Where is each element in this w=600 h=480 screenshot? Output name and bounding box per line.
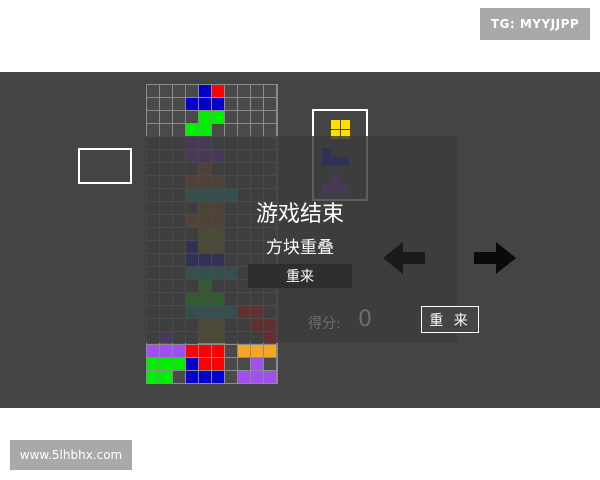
board-block <box>160 358 172 370</box>
board-block <box>212 98 224 110</box>
restart-button[interactable]: 重 来 <box>421 306 479 333</box>
board-block <box>251 345 263 357</box>
board-block <box>186 98 198 110</box>
board-block <box>186 371 198 383</box>
board-block <box>199 358 211 370</box>
game-over-reason: 方块重叠 <box>266 238 334 258</box>
score-label: 得分: <box>308 316 341 332</box>
board-block <box>147 371 159 383</box>
board-block <box>264 371 276 383</box>
board-block <box>199 98 211 110</box>
board-block <box>212 358 224 370</box>
board-block <box>186 124 198 136</box>
board-block <box>238 371 250 383</box>
board-block <box>238 345 250 357</box>
board-block <box>264 345 276 357</box>
board-block <box>212 345 224 357</box>
board-block <box>251 371 263 383</box>
board-block <box>199 85 211 97</box>
board-block <box>199 111 211 123</box>
board-block <box>160 371 172 383</box>
board-block <box>212 371 224 383</box>
board-block <box>199 371 211 383</box>
board-block <box>199 345 211 357</box>
board-block <box>173 345 185 357</box>
overlay-restart-button[interactable]: 重来 <box>248 264 352 288</box>
board-block <box>251 358 263 370</box>
score-value: 0 <box>358 307 372 332</box>
board-block <box>160 345 172 357</box>
board-block <box>186 345 198 357</box>
game-over-title: 游戏结束 <box>255 202 344 227</box>
board-block <box>199 124 211 136</box>
board-block <box>212 85 224 97</box>
left-arrow-icon[interactable] <box>381 240 427 276</box>
board-block <box>173 358 185 370</box>
board-block <box>186 358 198 370</box>
board-block <box>212 111 224 123</box>
site-watermark: www.5lhbhx.com <box>10 440 132 470</box>
right-arrow-icon[interactable] <box>472 240 518 276</box>
board-block <box>147 358 159 370</box>
board-block <box>147 345 159 357</box>
